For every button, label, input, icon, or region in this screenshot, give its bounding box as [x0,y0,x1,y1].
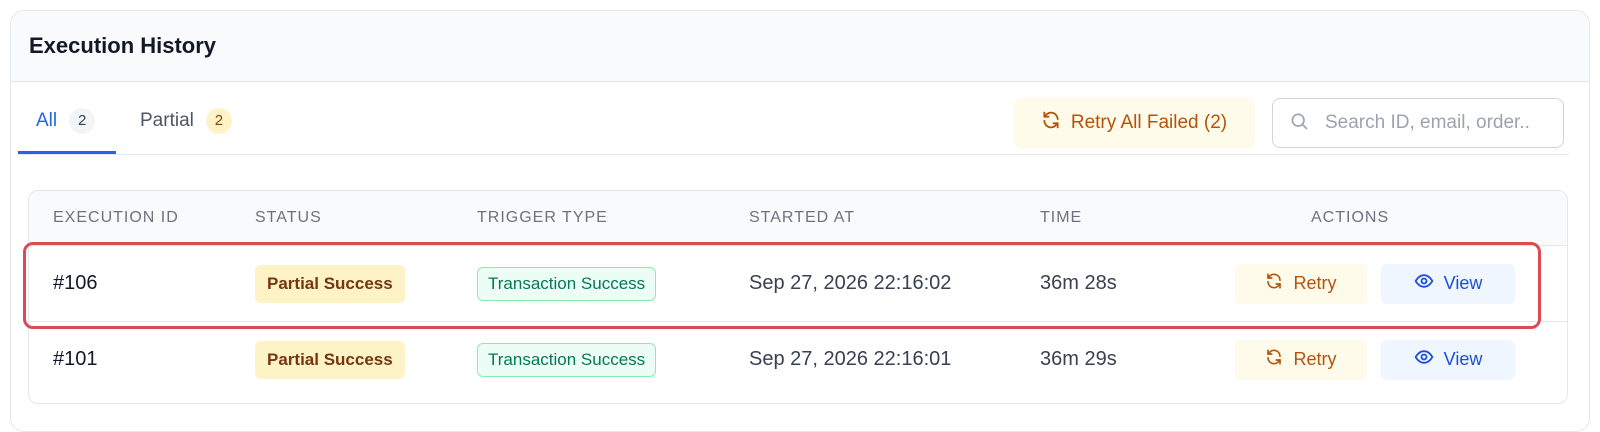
search-box [1272,98,1564,148]
status-cell: Partial Success [255,246,405,321]
retry-label: Retry [1293,349,1337,369]
retry-button[interactable]: Retry [1235,263,1367,304]
view-label: View [1443,273,1483,293]
column-header-status: STATUS [255,209,322,226]
row-actions: Retry View [1235,322,1515,397]
tab-all[interactable]: All 2 [18,108,116,154]
duration: 36m 29s [1040,348,1117,370]
tab-partial-label: Partial [140,110,194,131]
trigger-type-badge: Transaction Success [477,342,657,377]
search-input[interactable] [1323,111,1547,135]
tab-all-label: All [36,110,58,131]
status-badge: Partial Success [255,340,405,379]
started-at: Sep 27, 2026 22:16:01 [749,348,952,370]
trigger-type-badge: Transaction Success [477,266,657,301]
view-button[interactable]: View [1381,339,1515,380]
search-icon [1289,111,1309,136]
duration: 36m 28s [1040,272,1117,294]
panel-header: Execution History [11,11,1589,82]
execution-id: #101 [53,348,98,370]
status-cell: Partial Success [255,322,405,397]
view-label: View [1443,349,1483,369]
retry-button[interactable]: Retry [1235,339,1367,380]
column-header-execution-id: EXECUTION ID [53,209,179,226]
refresh-icon [1265,348,1283,371]
column-header-trigger-type: TRIGGER TYPE [477,209,608,226]
retry-all-failed-button[interactable]: Retry All Failed (2) [1013,98,1255,148]
eye-icon [1414,347,1434,372]
tab-partial[interactable]: Partial 2 [122,108,250,154]
refresh-icon [1265,272,1283,295]
execution-id: #106 [53,272,98,294]
executions-table: EXECUTION ID STATUS TRIGGER TYPE STARTED… [28,190,1568,404]
trigger-cell: Transaction Success [477,246,657,321]
retry-label: Retry [1293,273,1337,293]
table-header: EXECUTION ID STATUS TRIGGER TYPE STARTED… [29,191,1567,246]
trigger-cell: Transaction Success [477,322,657,397]
column-header-actions: ACTIONS [1311,209,1390,226]
tab-all-count-badge: 2 [69,108,96,134]
tab-partial-count-badge: 2 [205,108,232,134]
page-title: Execution History [29,33,217,58]
row-actions: Retry View [1235,246,1515,321]
status-badge: Partial Success [255,264,405,303]
refresh-icon [1041,110,1061,136]
column-header-time: TIME [1040,209,1083,226]
table-row[interactable]: #106 Partial Success Transaction Success… [29,246,1567,322]
view-button[interactable]: View [1381,263,1515,304]
retry-all-failed-label: Retry All Failed (2) [1070,112,1228,133]
started-at: Sep 27, 2026 22:16:02 [749,272,952,294]
table-row[interactable]: #101 Partial Success Transaction Success… [29,322,1567,397]
column-header-started-at: STARTED AT [749,209,856,226]
eye-icon [1414,271,1434,296]
